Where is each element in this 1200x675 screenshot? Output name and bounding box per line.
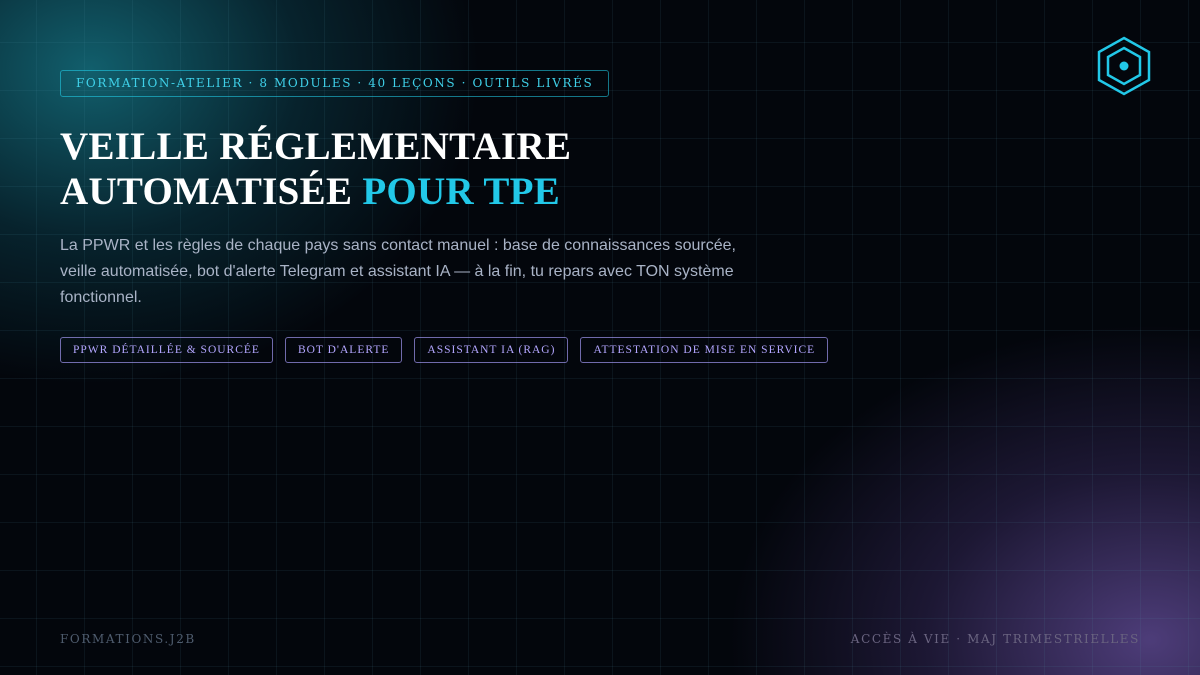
description-text: La PPWR et les règles de chaque pays san… xyxy=(60,237,736,306)
title-line-1: VEILLE RÉGLEMENTAIRE xyxy=(60,125,572,168)
footer-note: ACCÈS À VIE · MAJ TRIMESTRIELLES xyxy=(850,632,1140,646)
title-line-2: AUTOMATISÉE xyxy=(60,170,363,213)
tag-bot: BOT D'ALERTE xyxy=(284,337,403,363)
kicker-badge: FORMATION-ATELIER · 8 MODULES · 40 LEÇON… xyxy=(60,70,610,97)
footer-brand: FORMATIONS.J2B xyxy=(60,632,196,646)
page-title: VEILLE RÉGLEMENTAIRE AUTOMATISÉE POUR TP… xyxy=(60,124,571,214)
tag-attestation: ATTESTATION DE MISE EN SERVICE xyxy=(580,337,829,363)
tag-ppwr: PPWR DÉTAILLÉE & SOURCÉE xyxy=(60,337,273,363)
tag-assistant: ASSISTANT IA (RAG) xyxy=(414,337,569,363)
title-accent: POUR TPE xyxy=(362,170,561,213)
hero-banner: FORMATION-ATELIER · 8 MODULES · 40 LEÇON… xyxy=(0,0,1200,675)
hexagon-icon xyxy=(1097,36,1151,96)
feature-tags: PPWR DÉTAILLÉE & SOURCÉE BOT D'ALERTE AS… xyxy=(60,337,829,363)
